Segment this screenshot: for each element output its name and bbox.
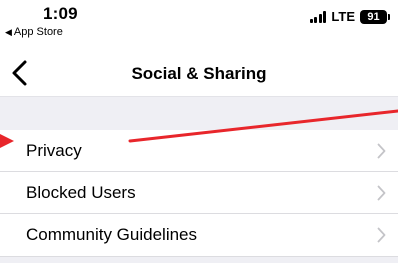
page-title: Social & Sharing [131,64,267,83]
settings-item-privacy[interactable]: Privacy [0,130,398,172]
status-indicators: LTE 91 [309,9,390,24]
section-separator [0,96,398,130]
settings-item-blocked-users[interactable]: Blocked Users [0,172,398,214]
back-app-label: App Store [13,26,63,38]
settings-item-label: Community Guidelines [26,225,198,244]
back-to-app-store-link[interactable]: ◀ App Store [5,26,63,38]
settings-item-community-guidelines[interactable]: Community Guidelines [0,214,398,256]
network-type: LTE [331,9,355,24]
battery-level: 91 [367,10,380,23]
status-time: 1:09 [43,4,78,23]
section-separator-bottom [0,256,398,263]
cellular-signal-icon [309,10,327,23]
battery-icon: 91 [360,9,390,24]
back-triangle-icon: ◀ [5,26,12,37]
navigation-bar: Social & Sharing [0,50,398,96]
chevron-right-icon [377,143,386,159]
settings-list: Privacy Blocked Users Community Guidelin… [0,130,398,256]
chevron-right-icon [377,227,386,243]
settings-item-label: Privacy [26,140,82,160]
settings-item-label: Blocked Users [26,182,136,202]
chevron-right-icon [377,185,386,201]
